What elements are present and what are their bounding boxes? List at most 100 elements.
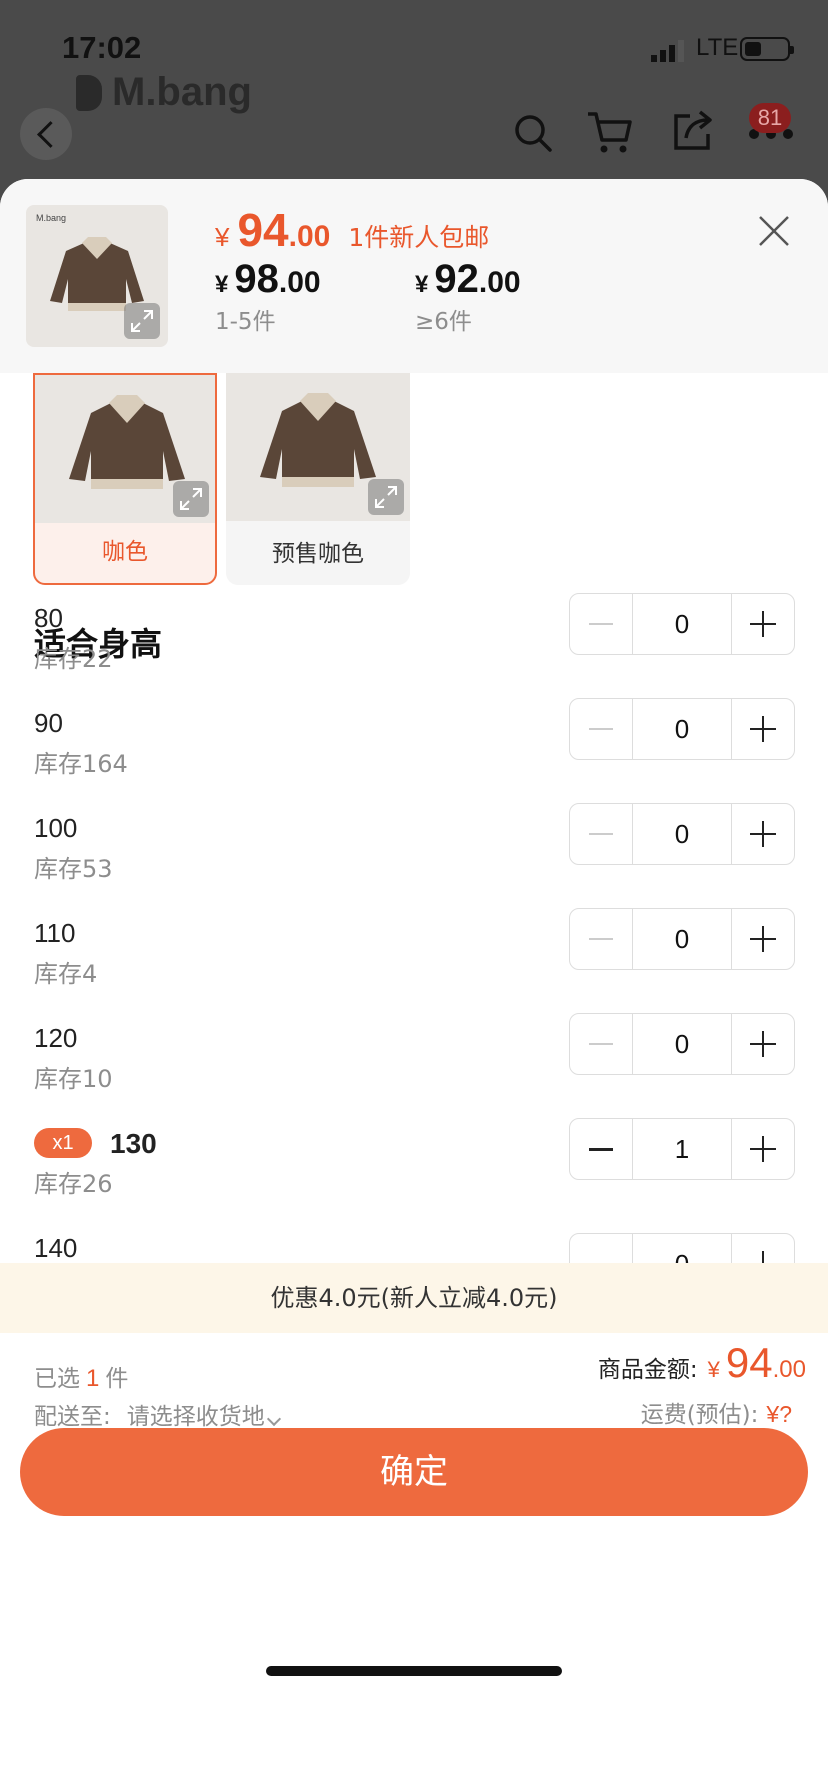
quantity-stepper: 0 <box>569 698 795 760</box>
brand-name: M.bang <box>112 70 252 114</box>
cart-icon[interactable] <box>586 110 634 156</box>
freight-label: 运费(预估): <box>640 1402 759 1428</box>
tier-integer: 92 <box>434 257 479 301</box>
promo-banner: 优惠4.0元(新人立减4.0元) <box>0 1263 828 1333</box>
stock-label: 库存26 <box>34 1170 113 1198</box>
delivery-label: 配送至: <box>34 1404 111 1430</box>
tier-decimal: .00 <box>278 266 321 299</box>
quantity-value[interactable]: 0 <box>632 1014 732 1074</box>
freight-estimate: 运费(预估): ¥? <box>641 1395 792 1429</box>
current-price: ¥ 94 .00 1件新人包邮 <box>215 203 489 257</box>
increment-button[interactable] <box>732 909 794 969</box>
home-indicator <box>266 1666 562 1676</box>
selected-count: 已选 1 件 <box>34 1359 128 1393</box>
selected-suffix: 件 <box>105 1366 129 1392</box>
decrement-button[interactable] <box>570 804 632 864</box>
size-label: 80 <box>34 603 63 633</box>
color-label: 预售咖色 <box>272 541 364 567</box>
signal-icon <box>651 40 684 62</box>
brand-mark-icon <box>76 74 102 111</box>
price-symbol: ¥ <box>215 222 230 252</box>
size-label: 110 <box>34 918 76 948</box>
quantity-value[interactable]: 0 <box>632 909 732 969</box>
search-icon[interactable] <box>512 112 554 154</box>
back-icon[interactable] <box>20 108 72 160</box>
quantity-value[interactable]: 0 <box>632 804 732 864</box>
price-integer: 94 <box>237 204 289 256</box>
goods-amount: 商品金额: ¥ 94 .00 <box>598 1339 806 1387</box>
size-row-140: 140 0 <box>14 1233 814 1263</box>
quantity-value[interactable]: 0 <box>632 594 732 654</box>
quantity-stepper: 1 <box>569 1118 795 1180</box>
stock-label: 库存4 <box>34 960 98 988</box>
amount-integer: 94 <box>725 1339 773 1386</box>
price-tier-1: ¥ 98 .00 1-5件 <box>215 257 321 336</box>
stock-label: 库存22 <box>34 645 113 673</box>
stock-label: 库存10 <box>34 1065 113 1093</box>
price-note: 1件新人包邮 <box>348 223 490 252</box>
delivery-selector[interactable]: 配送至: 请选择收货地 <box>34 1397 281 1431</box>
quantity-value[interactable]: 0 <box>632 1234 732 1263</box>
share-icon[interactable] <box>670 108 716 154</box>
quantity-stepper: 0 <box>569 593 795 655</box>
product-thumbnail[interactable]: M.bang <box>26 205 168 347</box>
decrement-button[interactable] <box>570 1234 632 1263</box>
size-label: 130 <box>110 1128 157 1159</box>
amount-decimal: .00 <box>772 1356 806 1383</box>
increment-button[interactable] <box>732 699 794 759</box>
battery-icon <box>740 37 794 61</box>
sheet-header: M.bang ¥ 94 .00 1件新人包邮 ¥ 98 .00 1-5件 ¥ 9… <box>0 179 828 373</box>
delivery-address[interactable]: 请选择收货地 <box>126 1397 281 1431</box>
tier-range: 1-5件 <box>215 309 276 335</box>
amount-symbol: ¥ <box>707 1357 720 1382</box>
selected-prefix: 已选 <box>34 1366 80 1392</box>
quantity-value[interactable]: 1 <box>632 1119 732 1179</box>
size-row-130: x1 130 库存26 1 <box>14 1118 814 1248</box>
color-image <box>35 375 215 523</box>
quantity-stepper: 0 <box>569 1013 795 1075</box>
increment-button[interactable] <box>732 1234 794 1263</box>
network-label: LTE <box>696 34 739 61</box>
increment-button[interactable] <box>732 804 794 864</box>
stock-label: 库存164 <box>34 750 128 778</box>
color-option-presale-brown[interactable]: 预售咖色 <box>226 373 410 585</box>
color-label: 咖色 <box>102 539 148 565</box>
quantity-value[interactable]: 0 <box>632 699 732 759</box>
increment-button[interactable] <box>732 1119 794 1179</box>
price-decimal: .00 <box>288 220 331 253</box>
notification-badge: 81 <box>749 103 791 133</box>
increment-button[interactable] <box>732 594 794 654</box>
confirm-button[interactable]: 确定 <box>20 1428 808 1516</box>
quantity-stepper: 0 <box>569 1233 795 1263</box>
decrement-button[interactable] <box>570 594 632 654</box>
tier-symbol: ¥ <box>415 271 429 298</box>
decrement-button[interactable] <box>570 699 632 759</box>
sku-sheet: M.bang ¥ 94 .00 1件新人包邮 ¥ 98 .00 1-5件 ¥ 9… <box>0 179 828 1792</box>
tier-symbol: ¥ <box>215 271 229 298</box>
expand-icon[interactable] <box>368 479 404 515</box>
selected-qty-badge: x1 <box>34 1128 92 1158</box>
decrement-button[interactable] <box>570 1119 632 1179</box>
amount-label: 商品金额: <box>597 1357 698 1383</box>
increment-button[interactable] <box>732 1014 794 1074</box>
expand-icon[interactable] <box>173 481 209 517</box>
color-option-brown[interactable]: 咖色 <box>33 373 217 585</box>
delivery-address-text: 请选择收货地 <box>126 1404 265 1430</box>
status-time: 17:02 <box>62 30 142 65</box>
close-icon[interactable] <box>756 213 792 249</box>
quantity-stepper: 0 <box>569 908 795 970</box>
quantity-stepper: 0 <box>569 803 795 865</box>
size-label: 120 <box>34 1023 78 1053</box>
size-label: 90 <box>34 708 63 738</box>
size-label: 100 <box>34 813 78 843</box>
price-tier-2: ¥ 92 .00 ≥6件 <box>415 257 521 336</box>
tier-decimal: .00 <box>478 266 521 299</box>
color-image <box>226 373 410 521</box>
brand-logo: M.bang <box>76 70 252 115</box>
expand-icon[interactable] <box>124 303 160 339</box>
freight-value: ¥? <box>766 1401 792 1427</box>
selected-number: 1 <box>86 1365 100 1392</box>
decrement-button[interactable] <box>570 1014 632 1074</box>
chevron-down-icon <box>266 1411 281 1427</box>
decrement-button[interactable] <box>570 909 632 969</box>
